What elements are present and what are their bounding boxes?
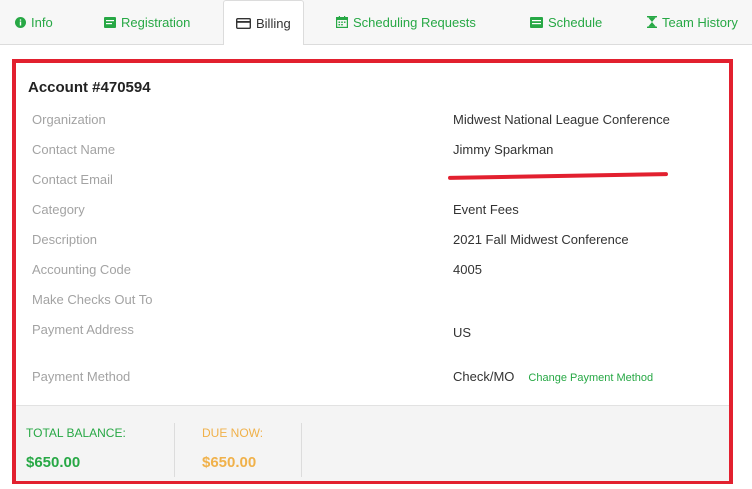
email-redaction-mark (447, 172, 669, 180)
description-value: 2021 Fall Midwest Conference (453, 232, 629, 247)
tab-team-history[interactable]: Team History (647, 0, 738, 44)
tab-scheduling-requests-label: Scheduling Requests (353, 14, 476, 30)
tab-team-history-label: Team History (662, 14, 738, 30)
balance-divider-right (301, 423, 302, 477)
accounting-code-label: Accounting Code (32, 262, 132, 277)
change-payment-method-link[interactable]: Change Payment Method (528, 372, 653, 384)
tab-info-label: Info (31, 14, 53, 30)
total-balance-value: $650.00 (26, 454, 81, 471)
accounting-code-value: 4005 (453, 262, 482, 277)
organization-value: Midwest National League Conference (453, 112, 670, 127)
balance-divider (174, 423, 175, 477)
credit-card-icon (236, 17, 251, 29)
tab-schedule-label: Schedule (548, 14, 603, 30)
hourglass-icon (647, 16, 657, 28)
make-checks-out-to-label: Make Checks Out To (32, 292, 153, 307)
contact-email-label: Contact Email (32, 172, 113, 187)
organization-label: Organization (32, 112, 106, 127)
tab-registration[interactable]: Registration (104, 0, 190, 44)
total-balance-block: TOTAL BALANCE: $650.00 (26, 406, 176, 481)
info-icon (15, 16, 26, 28)
payment-method-row: Check/MO Change Payment Method (453, 369, 653, 384)
total-balance-label: TOTAL BALANCE: (26, 426, 126, 440)
account-title: Account #470594 (28, 79, 151, 96)
balance-footer: TOTAL BALANCE: $650.00 DUE NOW: $650.00 (16, 405, 729, 481)
payment-address-label: Payment Address (32, 322, 134, 337)
payment-method-value: Check/MO (453, 369, 515, 384)
registration-icon (104, 16, 116, 28)
tab-billing[interactable]: Billing (223, 0, 304, 45)
tab-bar: Info Registration Billing Scheduling Req… (0, 0, 752, 45)
tab-billing-label: Billing (256, 15, 291, 31)
contact-name-label: Contact Name (32, 142, 116, 157)
calendar-icon (336, 16, 348, 28)
due-now-block: DUE NOW: $650.00 (202, 406, 302, 481)
description-label: Description (32, 232, 98, 247)
payment-address-value: US (453, 325, 472, 340)
category-label: Category (32, 202, 85, 217)
tab-registration-label: Registration (121, 14, 191, 30)
due-now-label: DUE NOW: (202, 426, 264, 440)
due-now-value: $650.00 (202, 454, 257, 471)
category-value: Event Fees (453, 202, 519, 217)
tab-scheduling-requests[interactable]: Scheduling Requests (336, 0, 476, 44)
contact-name-value: Jimmy Sparkman (453, 142, 554, 157)
schedule-icon (530, 16, 543, 28)
account-panel: Account #470594 Organization Midwest Nat… (12, 59, 733, 484)
payment-method-label: Payment Method (32, 369, 131, 384)
tab-info[interactable]: Info (15, 0, 53, 44)
tab-schedule[interactable]: Schedule (530, 0, 602, 44)
